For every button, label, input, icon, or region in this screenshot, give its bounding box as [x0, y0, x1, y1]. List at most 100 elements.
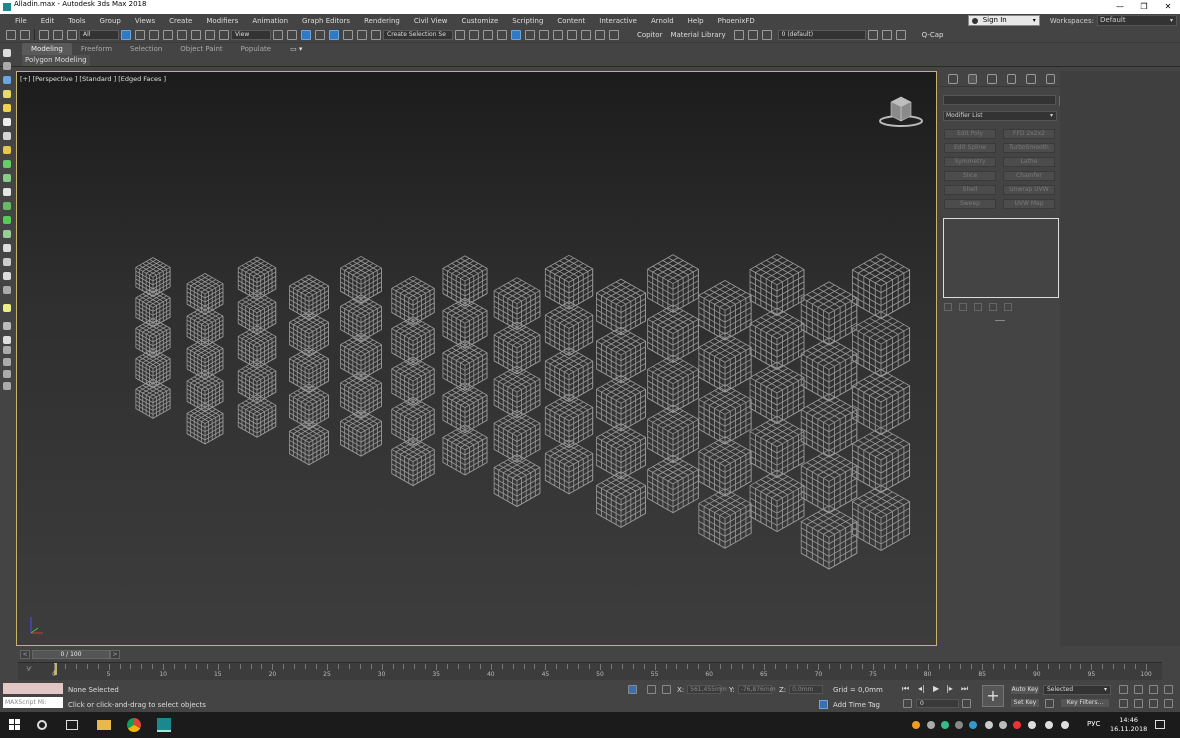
placement-icon[interactable] [219, 29, 229, 40]
left-tool-18-icon[interactable] [3, 304, 11, 312]
unlink-icon[interactable] [53, 29, 63, 40]
key-mode-dropdown[interactable]: Selected ▾ [1043, 685, 1111, 695]
left-tool-21-icon[interactable] [3, 346, 11, 354]
fov-icon[interactable] [1119, 699, 1128, 708]
curve-editor-icon[interactable] [525, 29, 535, 40]
ribbon-tab-selection[interactable]: Selection [121, 43, 171, 55]
menu-interactive[interactable]: Interactive [592, 17, 644, 25]
prev-frame-icon[interactable]: ◂| [918, 684, 925, 693]
edit-named-sel-icon[interactable] [371, 29, 381, 40]
mat-lib-icon[interactable] [733, 29, 744, 40]
tray-arrow-icon[interactable] [985, 721, 993, 729]
render-iterative-icon[interactable] [609, 29, 619, 40]
tray-sync-icon[interactable] [941, 721, 949, 729]
left-tool-13-icon[interactable] [3, 230, 11, 238]
show-end-result-icon[interactable] [959, 303, 967, 311]
left-tool-7-icon[interactable] [3, 146, 11, 154]
task-view-icon[interactable] [66, 720, 78, 730]
menu-phoenixfd[interactable]: PhoenixFD [711, 17, 762, 25]
spinner-snap-icon[interactable] [357, 29, 367, 40]
tray-app2-icon[interactable] [955, 721, 963, 729]
perspective-viewport[interactable]: [+] [Perspective ] [Standard ] [Edged Fa… [16, 71, 937, 646]
workspace-dropdown[interactable]: Default ▾ [1097, 15, 1177, 26]
modifier-button-sweep[interactable]: Sweep [944, 199, 996, 209]
copitor-label[interactable]: Copitor [637, 31, 662, 39]
minimize-button[interactable]: — [1108, 0, 1132, 14]
next-frame-icon[interactable]: |▸ [946, 684, 953, 693]
zoom-icon[interactable] [1119, 685, 1128, 694]
zoom-extents-all-icon[interactable] [1164, 685, 1173, 694]
modifier-button-symmetry[interactable]: Symmetry [944, 157, 996, 167]
tray-wifi-icon[interactable] [1045, 721, 1053, 729]
pin-stack-icon[interactable] [944, 303, 952, 311]
menu-graph-editors[interactable]: Graph Editors [295, 17, 357, 25]
menu-views[interactable]: Views [128, 17, 162, 25]
schematic-view-icon[interactable] [539, 29, 549, 40]
left-tool-0-icon[interactable] [3, 49, 11, 57]
key-mode-toggle-icon[interactable] [903, 699, 912, 708]
menu-group[interactable]: Group [93, 17, 128, 25]
track-bar[interactable]: ⅟⁄ 0 5 10 15 20 25 30 35 40 45 50 55 60 65 70 75 80 85 90 9… [18, 662, 1162, 680]
current-frame-field[interactable]: 0 [916, 699, 959, 708]
select-by-name-icon[interactable] [135, 29, 145, 40]
material-editor-icon[interactable] [553, 29, 563, 40]
goto-start-icon[interactable]: ⏮ [902, 684, 909, 694]
left-tool-8-icon[interactable] [3, 160, 11, 168]
pan-icon[interactable] [1134, 699, 1143, 708]
menu-tools[interactable]: Tools [61, 17, 92, 25]
menu-edit[interactable]: Edit [34, 17, 62, 25]
modifier-button-slice[interactable]: Slice [944, 171, 996, 181]
modifier-stack[interactable] [943, 218, 1059, 298]
maximize-viewport-icon[interactable] [1164, 699, 1173, 708]
windows-start-icon[interactable] [9, 719, 21, 731]
menu-scripting[interactable]: Scripting [505, 17, 550, 25]
notification-icon[interactable] [1155, 720, 1165, 729]
left-tool-20-icon[interactable] [3, 336, 11, 344]
left-tool-12-icon[interactable] [3, 216, 11, 224]
rect-selection-icon[interactable] [149, 29, 159, 40]
modifier-button-turbosmooth[interactable]: TurboSmooth [1003, 143, 1055, 153]
left-tool-17-icon[interactable] [3, 286, 11, 294]
left-tool-1-icon[interactable] [3, 62, 11, 70]
absolute-mode-icon[interactable] [662, 685, 671, 694]
add-to-layer-icon[interactable] [881, 29, 892, 40]
time-prev-button[interactable]: < [20, 650, 30, 659]
viewcube-icon[interactable] [878, 94, 924, 128]
modifier-button-shell[interactable]: Shell [944, 185, 996, 195]
rotate-icon[interactable] [191, 29, 201, 40]
named-selection-dropdown[interactable]: Create Selection Se [383, 29, 453, 40]
layer-dropdown[interactable]: 0 (default) [777, 29, 866, 40]
menu-create[interactable]: Create [162, 17, 199, 25]
left-tool-3-icon[interactable] [3, 90, 11, 98]
maxscript-mini-input[interactable]: MAXScript Mi: [3, 697, 63, 708]
chrome-icon[interactable] [127, 718, 141, 732]
modify-tab-icon[interactable] [967, 73, 977, 84]
qcap-label[interactable]: Q-Cap [922, 31, 944, 39]
coord-z-field[interactable]: 0,0mm [789, 685, 824, 694]
track-filter-icon[interactable]: ⅟⁄ [26, 666, 30, 673]
left-tool-4-icon[interactable] [3, 104, 11, 112]
add-time-tag[interactable]: Add Time Tag [819, 700, 880, 709]
window-crossing-icon[interactable] [163, 29, 173, 40]
time-next-button[interactable]: > [110, 650, 120, 659]
snaps-toggle-icon[interactable] [315, 29, 325, 40]
undo-icon[interactable] [6, 29, 16, 40]
set-key-button[interactable]: Set Key [1010, 698, 1040, 708]
toggle-scene-explorer-icon[interactable] [483, 29, 493, 40]
hierarchy-tab-icon[interactable] [987, 73, 997, 84]
left-tool-5-icon[interactable] [3, 118, 11, 126]
ribbon-toggle-icon[interactable]: ▭ ▾ [290, 45, 302, 53]
tray-warning-icon[interactable] [1013, 721, 1021, 729]
layer-manager-icon[interactable] [761, 29, 772, 40]
menu-help[interactable]: Help [681, 17, 711, 25]
key-filters-button[interactable]: Key Filters... [1060, 698, 1110, 708]
panel-divider[interactable] [994, 320, 1005, 321]
ribbon-tab-freeform[interactable]: Freeform [72, 43, 121, 55]
set-key-big-icon[interactable]: + [982, 685, 1004, 707]
restore-button[interactable]: ❐ [1132, 0, 1156, 14]
modifier-button-edit-spline[interactable]: Edit Spline [944, 143, 996, 153]
render-setup-icon[interactable] [567, 29, 577, 40]
modifier-button-ffd-2x2x2[interactable]: FFD 2x2x2 [1003, 129, 1055, 139]
render-production-icon[interactable] [595, 29, 605, 40]
coord-x-field[interactable]: 561,455mm [687, 685, 727, 694]
